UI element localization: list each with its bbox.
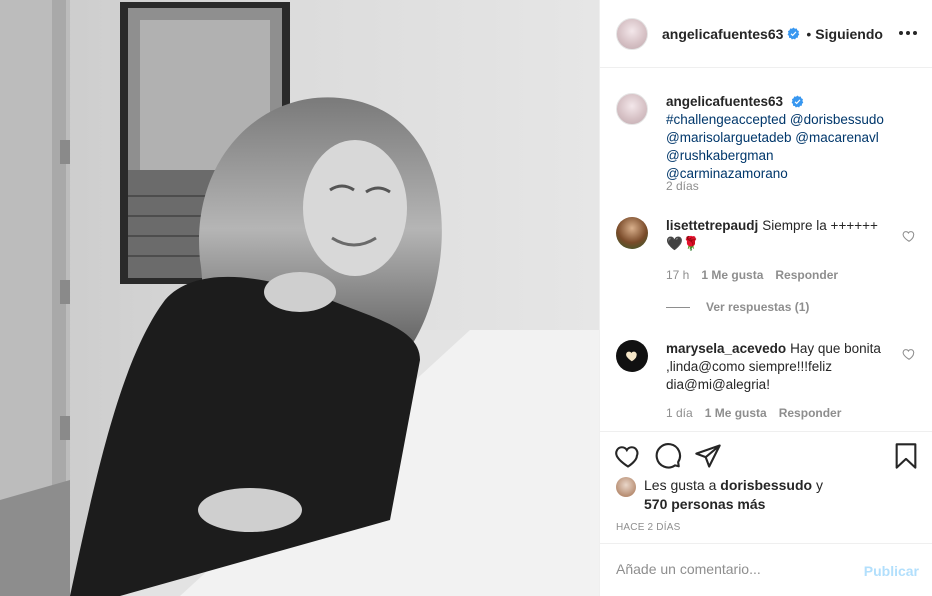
publish-button[interactable]: Publicar xyxy=(864,563,919,579)
view-replies-button[interactable]: Ver respuestas (1) xyxy=(666,300,809,314)
comment-time[interactable]: 17 h xyxy=(666,268,689,282)
caption-text: angelicafuentes63 #challengeaccepted @do… xyxy=(666,93,888,183)
post-photo[interactable] xyxy=(0,0,599,596)
mention-link[interactable]: @dorisbessudo xyxy=(790,112,884,127)
likes-summary: Les gusta a dorisbessudo y 570 personas … xyxy=(616,476,916,514)
view-replies-label: Ver respuestas (1) xyxy=(706,300,810,314)
comment-time[interactable]: 1 día xyxy=(666,406,693,420)
following-button[interactable]: Siguiendo xyxy=(815,26,883,42)
reply-button[interactable]: Responder xyxy=(779,406,842,420)
more-options-icon[interactable] xyxy=(897,22,919,44)
commenter-avatar[interactable] xyxy=(616,340,648,372)
commenter-username[interactable]: lisettetrepaudj xyxy=(666,218,758,233)
mention-link[interactable]: @macarenavl xyxy=(795,130,879,145)
add-comment-bar: Publicar xyxy=(600,543,932,596)
action-icons xyxy=(614,442,920,472)
comment-text: lisettetrepaudj Siempre la ++++++ 🖤🌹 xyxy=(666,217,888,253)
comment-meta: 17 h 1 Me gusta Responder xyxy=(666,268,838,282)
comment-text: marysela_acevedo Hay que bonita ,linda@co… xyxy=(666,340,888,394)
mention-link[interactable]: @marisolarguetadeb xyxy=(666,130,792,145)
likes-text: Les gusta a dorisbessudo y 570 personas … xyxy=(644,476,823,514)
commenter-avatar[interactable] xyxy=(616,217,648,249)
comment-likes[interactable]: 1 Me gusta xyxy=(705,406,767,420)
heart-avatar-icon xyxy=(626,351,637,362)
comments-list[interactable]: angelicafuentes63 #challengeaccepted @do… xyxy=(600,69,932,431)
post-details-panel: angelicafuentes63 • Siguiendo angelicafu… xyxy=(599,0,932,596)
post-actions: Les gusta a dorisbessudo y 570 personas … xyxy=(600,431,932,543)
hashtag-link[interactable]: #challengeaccepted xyxy=(666,112,786,127)
caption-username[interactable]: angelicafuentes63 xyxy=(666,94,783,109)
comment-item: lisettetrepaudj Siempre la ++++++ 🖤🌹 17 h… xyxy=(616,217,916,317)
comment-meta: 1 día 1 Me gusta Responder xyxy=(666,406,841,420)
author-avatar[interactable] xyxy=(616,17,648,50)
commenter-username[interactable]: marysela_acevedo xyxy=(666,341,786,356)
likes-conjunction: y xyxy=(815,477,823,493)
comment-likes[interactable]: 1 Me gusta xyxy=(701,268,763,282)
caption-time[interactable]: 2 días xyxy=(666,179,699,193)
comment-item: marysela_acevedo Hay que bonita ,linda@co… xyxy=(616,340,916,430)
comment-heart-icon[interactable] xyxy=(902,229,916,243)
post-header: angelicafuentes63 • Siguiendo xyxy=(600,0,932,68)
caption-author-avatar[interactable] xyxy=(616,93,648,125)
share-icon[interactable] xyxy=(694,442,722,470)
mention-link[interactable]: @rushkabergman xyxy=(666,148,774,163)
caption: angelicafuentes63 #challengeaccepted @do… xyxy=(616,93,916,213)
post-photo-image xyxy=(0,0,599,596)
bookmark-icon[interactable] xyxy=(892,442,920,470)
likes-count[interactable]: 570 personas más xyxy=(644,496,765,512)
replies-line xyxy=(666,306,690,308)
comment-input[interactable] xyxy=(616,561,846,577)
author-username[interactable]: angelicafuentes63 xyxy=(662,26,783,42)
verified-badge-icon xyxy=(787,27,800,40)
reply-button[interactable]: Responder xyxy=(775,268,838,282)
heart-icon[interactable] xyxy=(614,442,642,470)
liker-avatar[interactable] xyxy=(616,477,636,497)
follow-separator: • xyxy=(806,25,812,42)
likes-prefix: Les gusta a xyxy=(644,477,717,493)
comment-icon[interactable] xyxy=(654,442,682,470)
post-timestamp[interactable]: Hace 2 días xyxy=(616,522,680,533)
comment-heart-icon[interactable] xyxy=(902,347,916,361)
liker-username[interactable]: dorisbessudo xyxy=(720,477,812,493)
verified-badge-icon xyxy=(791,95,804,108)
